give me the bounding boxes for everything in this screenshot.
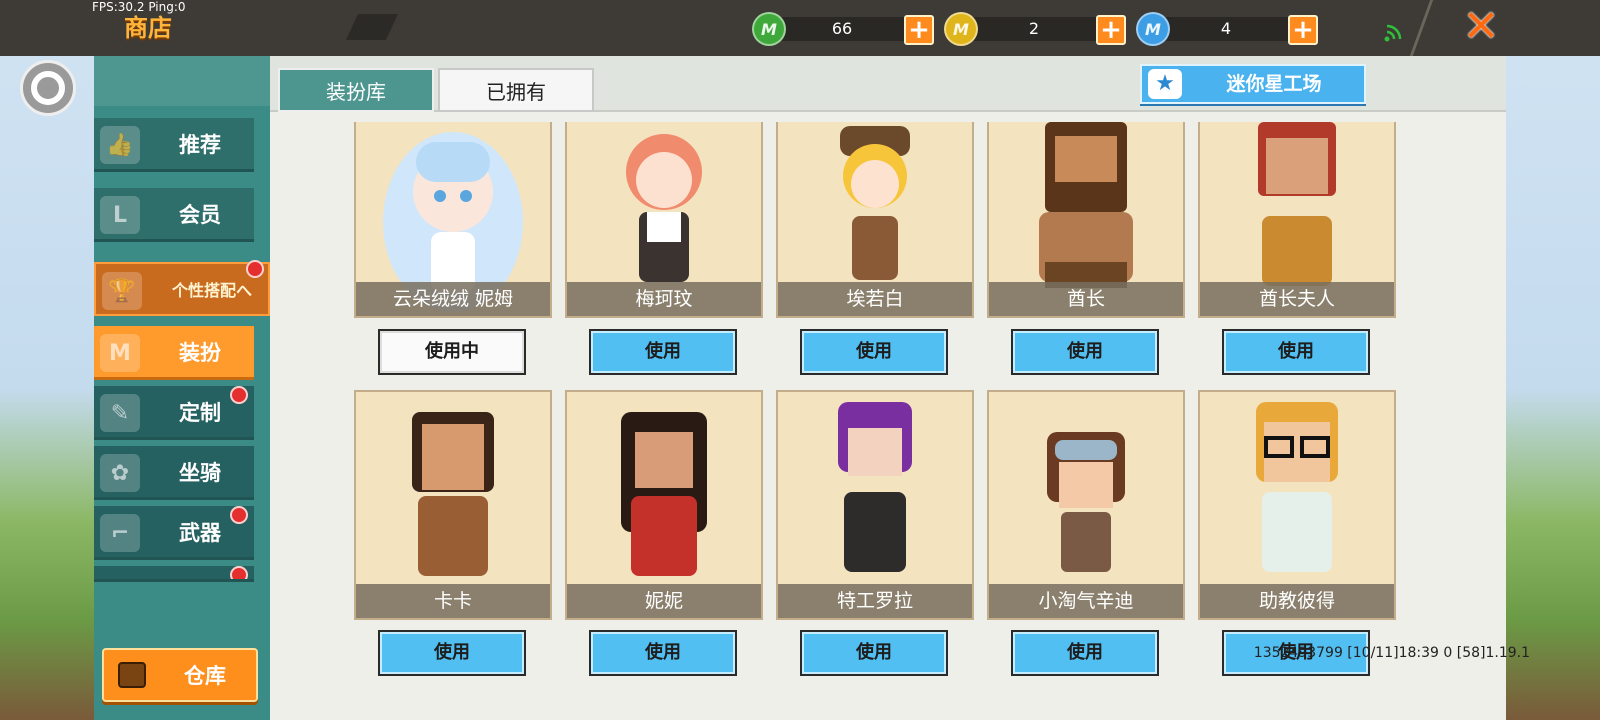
currency-value: 2	[1028, 19, 1040, 38]
skin-card-frame: 梅珂玟	[565, 122, 763, 318]
use-skin-button[interactable]: 使用	[1011, 329, 1159, 375]
notification-dot	[230, 566, 248, 579]
background-scenery-left	[0, 56, 100, 720]
use-skin-button[interactable]: 使用	[1222, 329, 1370, 375]
wifi-signal-icon	[1384, 24, 1402, 42]
skin-avatar-image	[356, 392, 550, 588]
trophy-icon: 🏆	[102, 272, 142, 310]
pencil-icon: ✎	[100, 394, 140, 432]
warehouse-label: 仓库	[184, 664, 226, 688]
workshop-label: 迷你星工场	[1226, 73, 1322, 95]
header-divider	[1409, 0, 1434, 56]
build-info: 1352493799 [10/11]18:39 0 [58]1.19.1	[1253, 645, 1530, 661]
sidebar-item-custom[interactable]: ✎ 定制	[94, 386, 254, 440]
skin-name: 梅珂玟	[567, 282, 761, 316]
use-skin-button[interactable]: 使用	[589, 630, 737, 676]
circle-menu-button[interactable]	[20, 60, 76, 116]
blue-star-coin-icon: M	[1136, 12, 1170, 46]
skin-name: 埃若白	[778, 282, 972, 316]
mini-star-workshop-button[interactable]: ★ 迷你星工场	[1140, 64, 1366, 104]
sidebar-item-label: 推荐	[179, 133, 221, 157]
skin-card-frame: 卡卡	[354, 390, 552, 620]
ring-icon	[31, 71, 65, 105]
skin-card-frame: 妮妮	[565, 390, 763, 620]
background-scenery-right	[1490, 56, 1600, 720]
shop-panel: 装扮库 已拥有 ★ 迷你星工场 云朵绒绒 妮姆 使用中 梅珂玟 使用 埃若白 使…	[270, 56, 1506, 720]
star-icon: ★	[1148, 69, 1182, 99]
use-skin-button[interactable]: 使用	[1011, 630, 1159, 676]
tab-owned[interactable]: 已拥有	[438, 68, 594, 112]
currency-value: 66	[831, 19, 853, 38]
tab-outfit-library[interactable]: 装扮库	[278, 68, 434, 112]
skin-name: 卡卡	[356, 584, 550, 618]
sidebar-item-label: 坐骑	[179, 461, 221, 485]
skin-name: 云朵绒绒 妮姆	[356, 282, 550, 316]
skin-avatar-image	[778, 392, 972, 588]
use-skin-button[interactable]: 使用	[800, 329, 948, 375]
member-badge-icon: L	[100, 196, 140, 234]
sidebar-item-mounts[interactable]: ✿ 坐骑	[94, 446, 254, 500]
thumbs-up-icon: 👍	[100, 126, 140, 164]
sidebar-group-personal-style[interactable]: 🏆 个性搭配へ	[94, 260, 270, 316]
notification-dot	[230, 386, 248, 404]
skin-avatar-image	[1200, 392, 1394, 588]
warehouse-button[interactable]: 仓库	[102, 648, 258, 702]
treasure-chest-icon	[118, 662, 146, 688]
gold-coin-icon: M	[944, 12, 978, 46]
gun-icon: ⌐	[100, 514, 140, 552]
category-sidebar: 👍 推荐 L 会员 🏆 个性搭配へ M 装扮 ✎ 定制 ✿ 坐骑 ⌐ 武器 仓库	[94, 56, 270, 720]
skin-card-frame: 云朵绒绒 妮姆	[354, 122, 552, 318]
skin-grid: 云朵绒绒 妮姆 使用中 梅珂玟 使用 埃若白 使用 酋长 使用 酋长夫人 使用 …	[270, 122, 1506, 720]
notification-dot	[246, 260, 264, 278]
sidebar-item-outfits[interactable]: M 装扮	[94, 326, 254, 380]
close-icon[interactable]: ✕	[1460, 5, 1502, 49]
top-bar: FPS:30.2 Ping:0 商店 M 66 + M 2 + M 4 + ✕	[0, 0, 1600, 56]
currency-value: 4	[1220, 19, 1232, 38]
panel-header: 装扮库 已拥有 ★ 迷你星工场	[270, 56, 1506, 112]
use-skin-button[interactable]: 使用	[800, 630, 948, 676]
skin-avatar-image	[567, 392, 761, 588]
sidebar-item-more[interactable]	[94, 566, 254, 582]
page-title: 商店	[124, 14, 172, 42]
use-skin-button[interactable]: 使用	[378, 630, 526, 676]
skin-name: 酋长夫人	[1200, 282, 1394, 316]
skin-avatar-image	[989, 392, 1183, 588]
use-skin-button[interactable]: 使用	[589, 329, 737, 375]
skin-card-frame: 酋长夫人	[1198, 122, 1396, 318]
green-gem-icon: M	[752, 12, 786, 46]
skin-name: 助教彼得	[1200, 584, 1394, 618]
sidebar-item-label: 装扮	[179, 341, 221, 365]
skin-name: 妮妮	[567, 584, 761, 618]
sidebar-item-member[interactable]: L 会员	[94, 188, 254, 242]
skin-card-frame: 特工罗拉	[776, 390, 974, 620]
skin-card-frame: 酋长	[987, 122, 1185, 318]
skin-card-frame: 助教彼得	[1198, 390, 1396, 620]
skin-name: 特工罗拉	[778, 584, 972, 618]
notification-dot	[230, 506, 248, 524]
shirt-icon: M	[100, 334, 140, 372]
skin-card-frame: 小淘气辛迪	[987, 390, 1185, 620]
paw-icon: ✿	[100, 454, 140, 492]
sidebar-item-weapons[interactable]: ⌐ 武器	[94, 506, 254, 560]
sidebar-header	[94, 56, 270, 106]
skin-name: 小淘气辛迪	[989, 584, 1183, 618]
sidebar-item-label: 会员	[179, 203, 221, 227]
skin-name: 酋长	[989, 282, 1183, 316]
sidebar-item-recommend[interactable]: 👍 推荐	[94, 118, 254, 172]
use-skin-button[interactable]: 使用中	[378, 329, 526, 375]
add-blue-star-coin-button[interactable]: +	[1288, 15, 1318, 45]
skin-card-frame: 埃若白	[776, 122, 974, 318]
add-green-gem-button[interactable]: +	[904, 15, 934, 45]
add-gold-coin-button[interactable]: +	[1096, 15, 1126, 45]
